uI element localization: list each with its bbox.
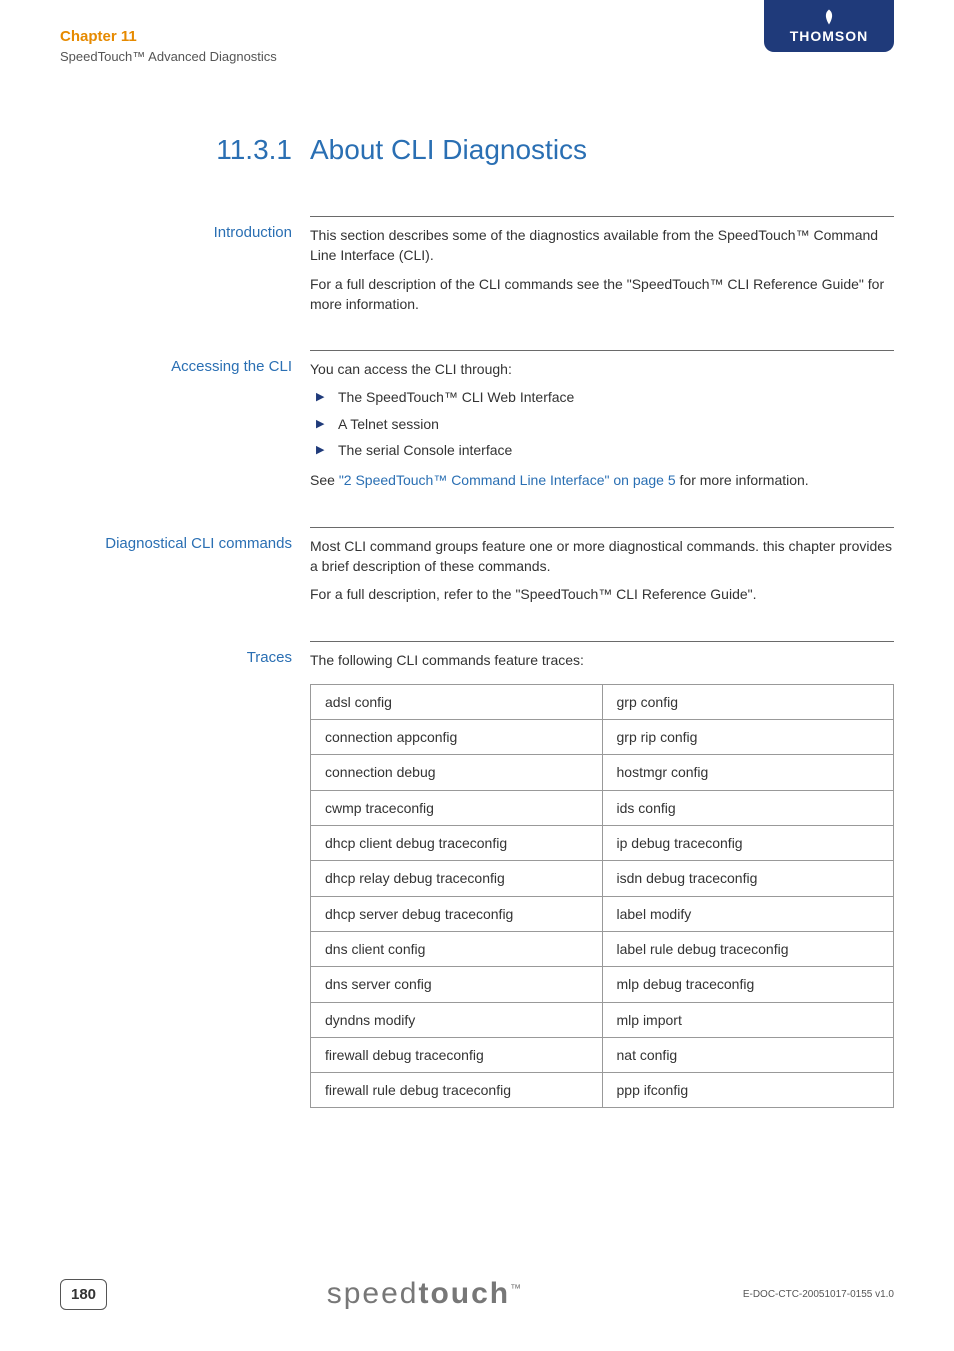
bullet-icon: ▶ [316,417,324,433]
table-row: cwmp traceconfigids config [311,790,894,825]
table-cell: firewall rule debug traceconfig [311,1073,603,1108]
diag-p1: Most CLI command groups feature one or m… [310,536,894,577]
section-heading: 11.3.1 About CLI Diagnostics [60,134,894,166]
table-cell: dhcp server debug traceconfig [311,896,603,931]
traces-lead: The following CLI commands feature trace… [310,650,894,670]
table-cell: ids config [602,790,894,825]
list-item: ▶ The serial Console interface [310,440,894,460]
section-number: 11.3.1 [60,134,310,166]
page: Chapter 11 SpeedTouch™ Advanced Diagnost… [0,0,954,1351]
traces-tbody: adsl configgrp configconnection appconfi… [311,684,894,1108]
table-cell: adsl config [311,684,603,719]
diag-p2: For a full description, refer to the "Sp… [310,584,894,604]
thomson-logo-icon [820,8,838,26]
thomson-brand-text: THOMSON [790,28,869,44]
content: 11.3.1 About CLI Diagnostics Introductio… [60,134,894,1108]
table-cell: ppp ifconfig [602,1073,894,1108]
table-cell: mlp debug traceconfig [602,967,894,1002]
table-cell: hostmgr config [602,755,894,790]
table-row: dhcp client debug traceconfigip debug tr… [311,826,894,861]
diag-p2-quote: "SpeedTouch™ CLI Reference Guide" [515,586,752,602]
traces-table: adsl configgrp configconnection appconfi… [310,684,894,1109]
table-cell: label modify [602,896,894,931]
table-cell: mlp import [602,1002,894,1037]
access-body: You can access the CLI through: ▶ The Spe… [310,350,894,498]
table-cell: isdn debug traceconfig [602,861,894,896]
intro-p2: For a full description of the CLI comman… [310,274,894,315]
table-cell: connection appconfig [311,720,603,755]
table-row: firewall debug traceconfignat config [311,1037,894,1072]
table-row: dhcp server debug traceconfiglabel modif… [311,896,894,931]
intro-p1: This section describes some of the diagn… [310,225,894,266]
access-item-2: The serial Console interface [338,442,512,458]
table-row: dns server configmlp debug traceconfig [311,967,894,1002]
page-footer: 180 speedtouch™ E-DOC-CTC-20051017-0155 … [60,1277,894,1311]
table-cell: connection debug [311,755,603,790]
table-cell: nat config [602,1037,894,1072]
traces-block: Traces The following CLI commands featur… [60,641,894,1109]
diag-p2-b: . [753,586,757,602]
table-cell: ip debug traceconfig [602,826,894,861]
intro-body: This section describes some of the diagn… [310,216,894,322]
diag-p2-a: For a full description, refer to the [310,586,515,602]
intro-p2-a: For a full description of the CLI comman… [310,276,627,292]
header-left: Chapter 11 SpeedTouch™ Advanced Diagnost… [60,28,277,64]
access-item-0: The SpeedTouch™ CLI Web Interface [338,389,574,405]
table-cell: dns client config [311,931,603,966]
section-title: About CLI Diagnostics [310,134,587,166]
access-list: ▶ The SpeedTouch™ CLI Web Interface ▶ A Te… [310,387,894,460]
access-item-1: A Telnet session [338,416,439,432]
bullet-icon: ▶ [316,443,324,459]
access-tail-b: for more information. [676,472,809,488]
table-cell: dyndns modify [311,1002,603,1037]
page-header: Chapter 11 SpeedTouch™ Advanced Diagnost… [60,28,894,64]
logo-thin: speed [327,1277,419,1310]
table-row: dhcp relay debug traceconfigisdn debug t… [311,861,894,896]
table-cell: dhcp relay debug traceconfig [311,861,603,896]
access-tail-a: See [310,472,339,488]
diag-block: Diagnostical CLI commands Most CLI comma… [60,527,894,613]
traces-label: Traces [60,641,310,1109]
table-cell: label rule debug traceconfig [602,931,894,966]
table-cell: grp rip config [602,720,894,755]
table-row: adsl configgrp config [311,684,894,719]
list-item: ▶ The SpeedTouch™ CLI Web Interface [310,387,894,407]
page-number: 180 [60,1279,107,1310]
table-cell: dhcp client debug traceconfig [311,826,603,861]
logo-tm: ™ [510,1283,523,1295]
chapter-subtitle: SpeedTouch™ Advanced Diagnostics [60,49,277,64]
bullet-icon: ▶ [316,390,324,406]
diag-label: Diagnostical CLI commands [60,527,310,613]
list-item: ▶ A Telnet session [310,414,894,434]
doc-id: E-DOC-CTC-20051017-0155 v1.0 [743,1289,894,1300]
access-lead: You can access the CLI through: [310,359,894,379]
table-row: connection debughostmgr config [311,755,894,790]
chapter-title: Chapter 11 [60,28,277,45]
table-cell: dns server config [311,967,603,1002]
intro-label: Introduction [60,216,310,322]
thomson-badge: THOMSON [764,0,894,52]
table-row: dns client configlabel rule debug tracec… [311,931,894,966]
table-row: firewall rule debug traceconfigppp ifcon… [311,1073,894,1108]
access-cross-ref-link[interactable]: "2 SpeedTouch™ Command Line Interface" o… [339,472,676,488]
table-cell: cwmp traceconfig [311,790,603,825]
table-row: dyndns modifymlp import [311,1002,894,1037]
intro-block: Introduction This section describes some… [60,216,894,322]
diag-body: Most CLI command groups feature one or m… [310,527,894,613]
access-block: Accessing the CLI You can access the CLI… [60,350,894,498]
logo-bold: touch [418,1277,510,1310]
table-cell: grp config [602,684,894,719]
speedtouch-logo: speedtouch™ [327,1277,523,1311]
access-tail: See "2 SpeedTouch™ Command Line Interfac… [310,470,894,490]
traces-body: The following CLI commands feature trace… [310,641,894,1109]
table-row: connection appconfiggrp rip config [311,720,894,755]
table-cell: firewall debug traceconfig [311,1037,603,1072]
access-label: Accessing the CLI [60,350,310,498]
intro-p2-quote: "SpeedTouch™ CLI Reference Guide" [627,276,864,292]
